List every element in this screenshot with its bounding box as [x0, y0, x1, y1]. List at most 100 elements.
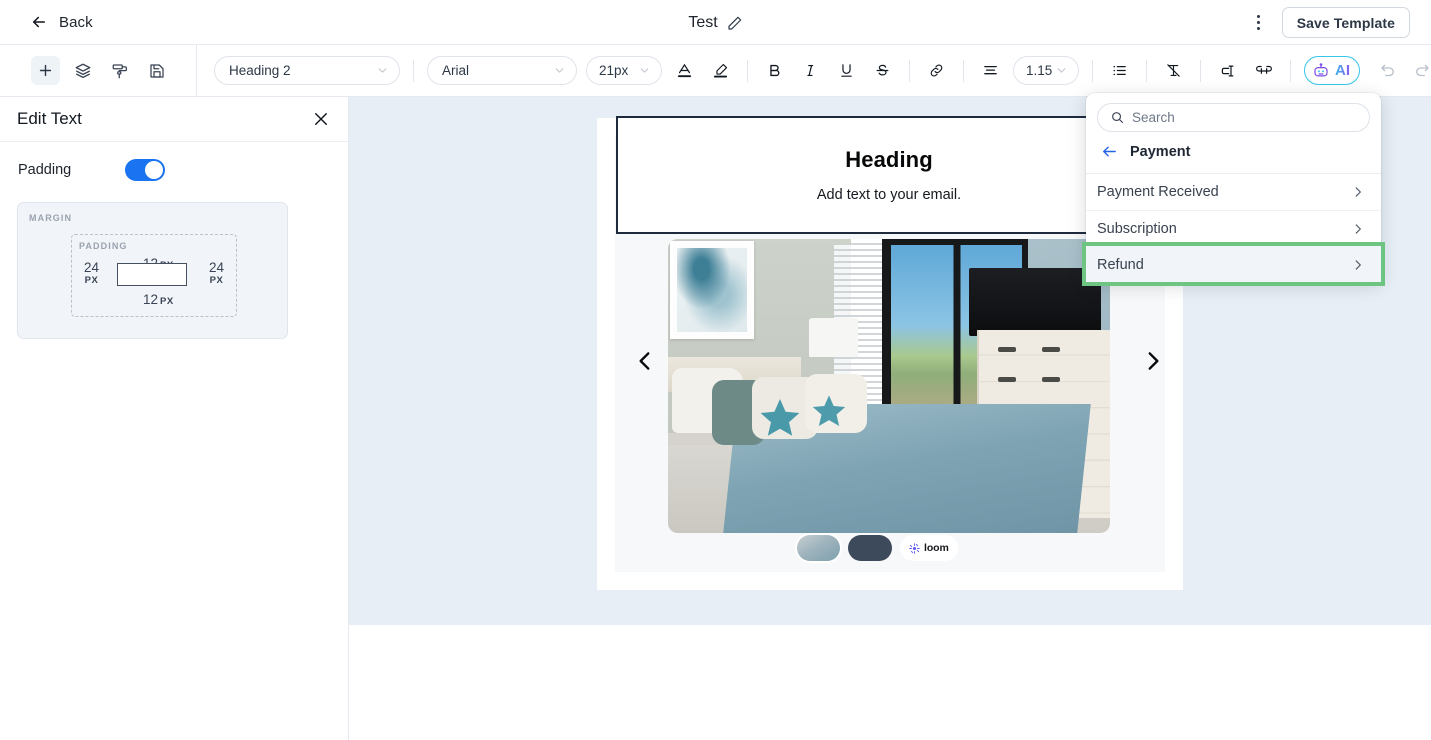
align-icon[interactable]	[977, 57, 1004, 84]
padding-bottom-value[interactable]: 12 PX	[143, 292, 174, 307]
block-style-value: Heading 2	[229, 63, 291, 78]
history-controls	[1379, 62, 1431, 80]
close-icon[interactable]	[312, 110, 330, 128]
loom-control-pill[interactable]	[848, 535, 892, 561]
line-height-value: 1.15	[1026, 63, 1053, 78]
chevron-right-icon	[1140, 348, 1166, 374]
toolbar-divider	[1092, 59, 1093, 82]
link-icon[interactable]	[923, 57, 950, 84]
back-label: Back	[59, 13, 93, 31]
strikethrough-icon[interactable]	[869, 57, 896, 84]
list-item-label: Subscription	[1097, 220, 1177, 237]
padding-toggle[interactable]	[125, 159, 166, 181]
toolbar-divider	[1146, 59, 1147, 82]
chevron-right-icon	[1351, 185, 1365, 199]
redo-icon[interactable]	[1413, 62, 1431, 80]
photo-artwork	[670, 241, 754, 339]
toolbar-divider	[1290, 59, 1291, 82]
dropdown-search-wrap	[1086, 93, 1381, 138]
font-family-value: Arial	[442, 63, 470, 78]
search-field[interactable]	[1097, 103, 1370, 132]
underline-icon[interactable]	[833, 57, 860, 84]
undo-icon[interactable]	[1379, 62, 1397, 80]
kebab-menu-icon[interactable]	[1248, 12, 1270, 34]
layers-button[interactable]	[68, 56, 97, 85]
robot-icon	[1312, 62, 1330, 80]
font-size-value: 21px	[599, 63, 629, 78]
padding-box-label: PADDING	[79, 241, 128, 251]
toolbar-divider	[963, 59, 964, 82]
box-model-editor: MARGIN PADDING 12PX 12PX 24PX 24PX	[17, 202, 288, 339]
heading-text: Heading	[845, 147, 933, 172]
unlink-icon[interactable]	[1250, 57, 1277, 84]
bedroom-photo	[668, 239, 1110, 533]
starfish-icon	[756, 395, 804, 443]
dropdown-item-refund[interactable]: Refund	[1082, 242, 1385, 286]
chevron-down-icon	[638, 64, 651, 77]
margin-label: MARGIN	[29, 213, 73, 223]
styles-button[interactable]	[105, 56, 134, 85]
toolbar-divider	[747, 59, 748, 82]
block-style-select[interactable]: Heading 2	[214, 56, 400, 85]
dropdown-item-payment-received[interactable]: Payment Received	[1086, 174, 1381, 210]
font-size-select[interactable]: 21px	[586, 56, 662, 85]
padding-box: PADDING 12PX 12PX 24PX 24PX	[71, 234, 237, 317]
loom-video-bar[interactable]: loom	[797, 535, 958, 561]
chevron-left-icon	[632, 348, 658, 374]
carousel-next-button[interactable]	[1138, 346, 1168, 376]
italic-icon[interactable]	[797, 57, 824, 84]
chevron-down-icon	[553, 64, 566, 77]
bold-icon[interactable]	[761, 57, 788, 84]
line-height-select[interactable]: 1.15	[1013, 56, 1079, 85]
chevron-right-icon	[1351, 222, 1365, 236]
merge-tag-icon[interactable]	[1214, 57, 1241, 84]
bullet-list-icon[interactable]	[1106, 57, 1133, 84]
padding-row: Padding	[17, 159, 331, 181]
save-template-button[interactable]: Save Template	[1281, 7, 1410, 38]
document-title-group: Test	[0, 0, 1431, 45]
loom-badge[interactable]: loom	[900, 535, 958, 561]
clear-formatting-icon[interactable]	[1160, 57, 1187, 84]
starfish-icon	[809, 392, 849, 432]
padding-right-value[interactable]: 24 PX	[209, 261, 224, 285]
add-block-button[interactable]	[31, 56, 60, 85]
heading-subtext: Add text to your email.	[816, 187, 962, 203]
search-icon	[1110, 110, 1125, 125]
save-draft-button[interactable]	[142, 56, 171, 85]
padding-left-value[interactable]: 24 PX	[84, 261, 99, 285]
panel-header: Edit Text	[0, 97, 348, 142]
chevron-down-icon	[1055, 64, 1068, 77]
back-button[interactable]: Back	[30, 13, 93, 31]
photo-tv	[968, 268, 1102, 336]
loom-logo-icon	[909, 542, 920, 554]
floppy-disk-icon	[148, 62, 166, 80]
image-block[interactable]	[668, 239, 1110, 533]
highlight-color-icon[interactable]	[707, 57, 734, 84]
panel-body: Padding MARGIN PADDING 12PX 12PX 24PX 24…	[0, 142, 348, 339]
photo-lamp	[809, 318, 859, 357]
loom-thumbnail[interactable]	[797, 535, 840, 561]
heading-block[interactable]: Heading Add text to your email.	[616, 116, 1162, 234]
dropdown-item-subscription[interactable]: Subscription	[1086, 210, 1381, 246]
text-format-tools: Heading 2 Arial 21px 1.15 AI	[197, 45, 1431, 97]
arrow-left-icon	[30, 13, 48, 31]
toolbar-divider	[413, 59, 414, 82]
arrow-left-icon[interactable]	[1101, 143, 1118, 160]
paint-roller-icon	[111, 62, 129, 80]
panel-title: Edit Text	[17, 109, 82, 128]
search-input[interactable]	[1132, 110, 1357, 125]
top-bar-actions: Save Template	[1248, 0, 1410, 45]
pencil-icon[interactable]	[727, 15, 743, 31]
edit-text-panel: Edit Text Padding MARGIN PADDING 12PX 12…	[0, 97, 349, 740]
chevron-down-icon	[376, 64, 389, 77]
content-box	[117, 263, 187, 286]
text-color-icon[interactable]	[671, 57, 698, 84]
carousel-prev-button[interactable]	[630, 346, 660, 376]
plus-icon	[37, 62, 54, 79]
layers-icon	[74, 62, 92, 80]
dropdown-breadcrumb[interactable]: Payment	[1086, 138, 1381, 174]
toggle-knob	[145, 161, 164, 179]
breadcrumb: Payment	[1130, 143, 1191, 160]
font-family-select[interactable]: Arial	[427, 56, 577, 85]
ai-assistant-button[interactable]: AI	[1304, 56, 1360, 85]
